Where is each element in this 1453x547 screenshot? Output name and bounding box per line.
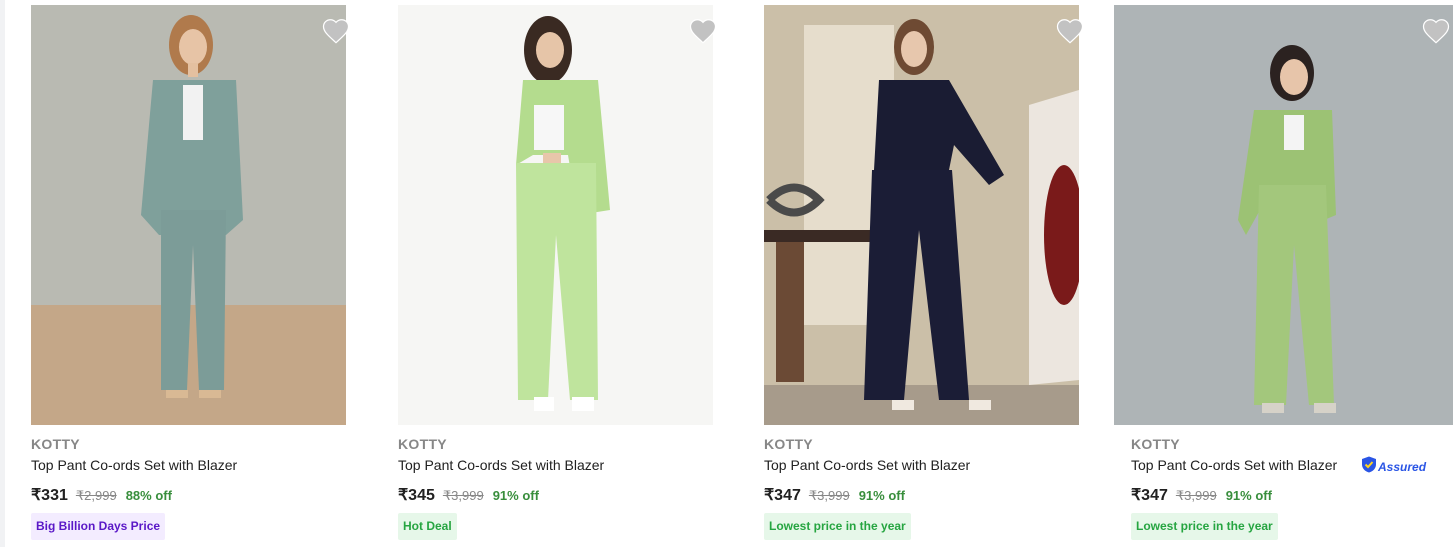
original-price: ₹3,999	[1175, 488, 1217, 503]
assured-label: Assured	[1378, 460, 1427, 474]
original-price: ₹2,999	[75, 488, 117, 503]
product-title[interactable]: Top Pant Co-ords Set with Blazer	[398, 457, 604, 473]
offer-badge: Hot Deal	[398, 513, 457, 540]
product-card[interactable]: KOTTY Top Pant Co-ords Set with Blazer ₹…	[398, 0, 738, 547]
discount-percent: 91% off	[858, 488, 905, 503]
wishlist-heart-icon[interactable]	[321, 16, 351, 46]
product-brand: KOTTY	[1131, 436, 1180, 452]
price-row: ₹347 ₹3,999 91% off	[764, 485, 905, 505]
product-image[interactable]	[31, 5, 346, 425]
selling-price: ₹331	[31, 487, 68, 504]
product-brand: KOTTY	[31, 436, 80, 452]
product-title[interactable]: Top Pant Co-ords Set with Blazer	[764, 457, 970, 473]
product-card[interactable]: KOTTY Top Pant Co-ords Set with Blazer A…	[1113, 0, 1453, 547]
wishlist-heart-icon[interactable]	[1421, 16, 1451, 46]
price-row: ₹331 ₹2,999 88% off	[31, 485, 172, 505]
offer-badge: Lowest price in the year	[1131, 513, 1278, 540]
page-left-edge	[0, 0, 5, 547]
product-image[interactable]	[398, 5, 713, 425]
original-price: ₹3,999	[808, 488, 850, 503]
product-brand: KOTTY	[764, 436, 813, 452]
product-title[interactable]: Top Pant Co-ords Set with Blazer	[1131, 457, 1337, 473]
product-image[interactable]	[1114, 5, 1453, 425]
product-card[interactable]: KOTTY Top Pant Co-ords Set with Blazer ₹…	[764, 0, 1104, 547]
selling-price: ₹347	[764, 487, 801, 504]
selling-price: ₹347	[1131, 487, 1168, 504]
offer-badge: Big Billion Days Price	[31, 513, 166, 540]
product-title[interactable]: Top Pant Co-ords Set with Blazer	[31, 457, 237, 473]
original-price: ₹3,999	[442, 488, 484, 503]
discount-percent: 88% off	[125, 488, 172, 503]
product-image[interactable]	[764, 5, 1079, 425]
price-row: ₹347 ₹3,999 91% off	[1131, 485, 1272, 505]
offer-badge: Lowest price in the year	[764, 513, 911, 540]
product-brand: KOTTY	[398, 436, 447, 452]
selling-price: ₹345	[398, 487, 435, 504]
assured-shield-icon	[1361, 456, 1377, 478]
discount-percent: 91% off	[492, 488, 539, 503]
wishlist-heart-icon[interactable]	[688, 16, 718, 46]
price-row: ₹345 ₹3,999 91% off	[398, 485, 539, 505]
wishlist-heart-icon[interactable]	[1055, 16, 1085, 46]
product-card[interactable]: KOTTY Top Pant Co-ords Set with Blazer ₹…	[31, 0, 371, 547]
discount-percent: 91% off	[1225, 488, 1272, 503]
assured-badge: Assured	[1361, 456, 1427, 478]
